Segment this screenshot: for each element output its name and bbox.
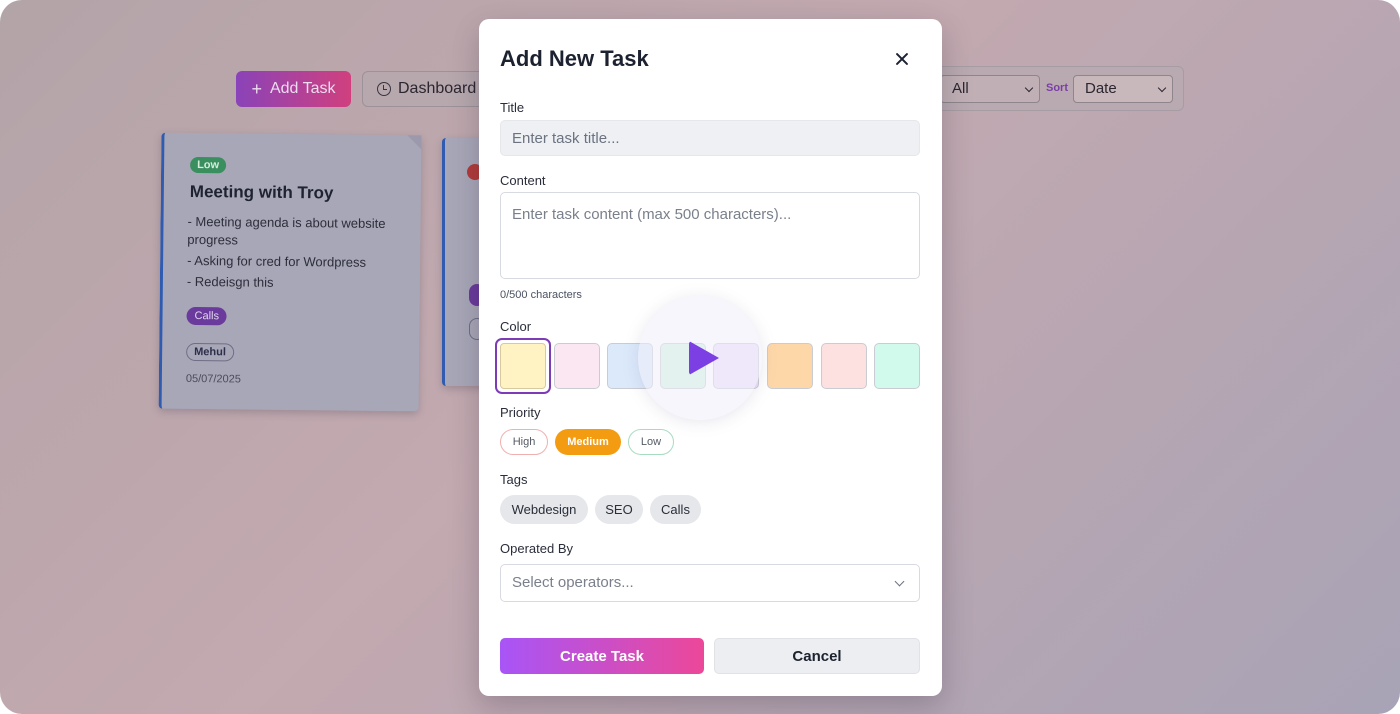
operators-select[interactable]: Select operators...	[500, 564, 920, 602]
card-line: - Asking for cred for Wordpress	[187, 252, 367, 270]
task-card[interactable]: Low Meeting with Troy - Meeting agenda i…	[158, 132, 422, 412]
dashboard-label: Dashboard	[398, 80, 477, 97]
sort-select[interactable]: Date	[1073, 75, 1173, 103]
sort-label: Sort	[1046, 82, 1068, 94]
filter-select[interactable]: All	[940, 75, 1040, 103]
modal-title: Add New Task	[500, 46, 649, 71]
card-content: - Meeting agenda is about website progre…	[187, 213, 408, 296]
priority-high-button[interactable]: High	[500, 429, 548, 455]
cancel-button[interactable]: Cancel	[714, 638, 920, 674]
content-label: Content	[500, 173, 546, 188]
play-icon	[689, 341, 719, 375]
tag-webdesign-button[interactable]: Webdesign	[500, 495, 588, 524]
card-date: 05/07/2025	[185, 372, 241, 386]
video-play-button[interactable]	[638, 296, 762, 420]
chevron-down-icon	[1157, 83, 1167, 93]
sort-value: Date	[1085, 80, 1117, 97]
dashboard-button[interactable]: Dashboard	[362, 71, 492, 107]
color-label: Color	[500, 319, 532, 334]
add-task-modal: Add New Task Title Content 0/500 charact…	[479, 19, 942, 696]
content-textarea[interactable]	[500, 192, 920, 279]
tags-label: Tags	[500, 472, 528, 487]
plus-icon: +	[251, 78, 262, 99]
priority-low-button[interactable]: Low	[628, 429, 674, 455]
color-swatch[interactable]	[495, 338, 551, 394]
color-swatch[interactable]	[874, 343, 920, 389]
priority-label: Priority	[500, 405, 541, 420]
card-line: - Meeting agenda is about website progre…	[187, 213, 386, 248]
filter-value: All	[952, 80, 969, 97]
add-task-label: Add Task	[269, 80, 336, 97]
chevron-down-icon	[894, 576, 905, 587]
priority-badge: Low	[190, 156, 227, 174]
tag-seo-button[interactable]: SEO	[595, 495, 643, 524]
priority-medium-button[interactable]: Medium	[555, 429, 621, 455]
color-swatch[interactable]	[767, 343, 813, 389]
color-swatch-fill	[500, 343, 546, 389]
operators-placeholder: Select operators...	[512, 574, 634, 591]
color-swatch[interactable]	[821, 343, 867, 389]
card-corner-fold	[407, 135, 422, 150]
title-label: Title	[500, 100, 525, 115]
create-task-button[interactable]: Create Task	[500, 638, 704, 674]
card-operator: Mehul	[186, 342, 235, 362]
char-count: 0/500 characters	[500, 289, 582, 301]
card-title: Meeting with Troy	[189, 181, 334, 203]
app-background: + Add Task Dashboard All Sort Date Low M…	[0, 0, 1400, 714]
clock-icon	[377, 82, 391, 96]
title-input[interactable]	[500, 120, 920, 156]
color-swatch[interactable]	[554, 343, 600, 389]
tag-calls-button[interactable]: Calls	[650, 495, 701, 524]
close-icon[interactable]	[891, 48, 913, 70]
add-task-button[interactable]: + Add Task	[236, 71, 351, 107]
card-tag: Calls	[186, 306, 228, 326]
card-line: - Redeisgn this	[186, 273, 274, 290]
chevron-down-icon	[1024, 83, 1034, 93]
operated-by-label: Operated By	[500, 541, 573, 556]
